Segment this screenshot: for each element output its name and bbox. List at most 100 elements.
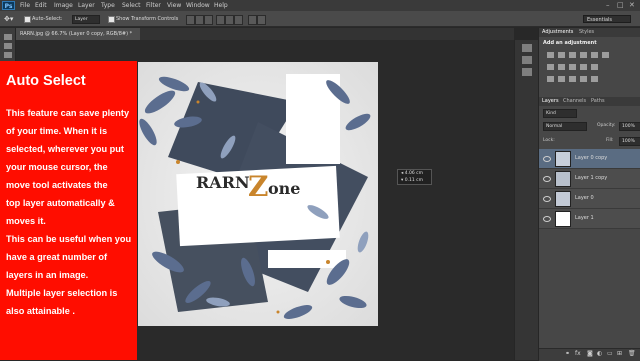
opacity-field[interactable]: 100% xyxy=(619,122,640,131)
menu-bar: Ps File Edit Image Layer Type Select Fil… xyxy=(0,0,640,11)
layer-row[interactable]: Layer 1 copy xyxy=(539,169,640,189)
adjustment-icon[interactable]: ◐ xyxy=(597,350,602,357)
blend-mode-dropdown[interactable]: Normal xyxy=(543,122,587,131)
menu-image[interactable]: Image xyxy=(54,0,73,11)
menu-window[interactable]: Window xyxy=(186,0,210,11)
brightness-icon[interactable] xyxy=(547,52,554,58)
levels-icon[interactable] xyxy=(558,52,565,58)
move-tool-icon[interactable]: ✥▾ xyxy=(4,11,13,27)
visibility-eye-icon[interactable] xyxy=(543,176,551,182)
lasso-tool-icon[interactable] xyxy=(4,52,12,58)
menu-file[interactable]: File xyxy=(20,0,30,11)
logo-text-z: Z xyxy=(248,170,268,203)
menu-edit[interactable]: Edit xyxy=(35,0,47,11)
add-adjustment-label: Add an adjustment xyxy=(543,40,597,46)
move-tool-icon[interactable] xyxy=(4,34,12,40)
color-balance-icon[interactable] xyxy=(547,64,554,70)
brush-preset-icon[interactable] xyxy=(522,68,532,76)
tab-styles[interactable]: Styles xyxy=(579,28,594,37)
distribute-button-2[interactable] xyxy=(257,15,266,25)
layer-row[interactable]: Layer 0 copy xyxy=(539,149,640,169)
layer-filter-kind[interactable]: Kind xyxy=(543,109,577,118)
layer-name: Layer 1 copy xyxy=(575,175,608,181)
menu-filter[interactable]: Filter xyxy=(146,0,161,11)
tab-paths[interactable]: Paths xyxy=(591,97,605,106)
black-white-icon[interactable] xyxy=(558,64,565,70)
layer-row[interactable]: Layer 0 xyxy=(539,189,640,209)
auto-select-target-dropdown[interactable]: Layer xyxy=(72,15,100,24)
gradient-map-icon[interactable] xyxy=(580,76,587,82)
layer-name: Layer 0 copy xyxy=(575,155,608,161)
menu-view[interactable]: View xyxy=(167,0,181,11)
fill-field[interactable]: 100% xyxy=(619,137,640,146)
align-top-button[interactable] xyxy=(186,15,195,25)
trash-icon[interactable]: 🗑 xyxy=(628,350,636,357)
threshold-icon[interactable] xyxy=(569,76,576,82)
options-bar: ✥▾ Auto-Select: Layer Show Transform Con… xyxy=(0,11,640,27)
overlay-line: also attainable . xyxy=(6,306,75,316)
opacity-label: Opacity: xyxy=(597,123,616,128)
mask-icon[interactable]: ◙ xyxy=(587,350,593,357)
menu-select[interactable]: Select xyxy=(122,0,141,11)
workspace-dropdown[interactable]: Essentials xyxy=(583,15,631,23)
document-tab-bar: RARN.jpg @ 66.7% (Layer 0 copy, RGB/8#) … xyxy=(16,28,514,40)
exposure-icon[interactable] xyxy=(580,52,587,58)
document-tab[interactable]: RARN.jpg @ 66.7% (Layer 0 copy, RGB/8#) … xyxy=(16,28,140,40)
marquee-tool-icon[interactable] xyxy=(4,43,12,49)
minimize-button[interactable]: – xyxy=(606,0,610,11)
selective-color-icon[interactable] xyxy=(591,76,598,82)
align-right-button[interactable] xyxy=(234,15,243,25)
hue-saturation-icon[interactable] xyxy=(602,52,609,58)
invert-icon[interactable] xyxy=(547,76,554,82)
align-left-button[interactable] xyxy=(216,15,225,25)
measure-dy: 0.11 cm xyxy=(404,178,424,183)
photoshop-logo: Ps xyxy=(2,1,15,10)
overlay-line: of your time. When it is xyxy=(6,126,108,136)
tab-channels[interactable]: Channels xyxy=(563,97,586,106)
visibility-eye-icon[interactable] xyxy=(543,216,551,222)
visibility-eye-icon[interactable] xyxy=(543,156,551,162)
menu-type[interactable]: Type xyxy=(101,0,115,11)
document-canvas[interactable]: RARN Z one xyxy=(138,62,378,326)
overlay-line: Multiple layer selection is xyxy=(6,288,118,298)
layer-row[interactable]: Layer 1 xyxy=(539,209,640,229)
overlay-line: move tool activates the xyxy=(6,180,108,190)
logo-text-rarn: RARN xyxy=(196,173,250,192)
auto-select-checkbox[interactable] xyxy=(24,16,31,23)
curves-icon[interactable] xyxy=(569,52,576,58)
vibrance-icon[interactable] xyxy=(591,52,598,58)
link-icon[interactable]: ⚭ xyxy=(565,350,570,357)
fx-icon[interactable]: fx xyxy=(575,350,581,357)
history-icon[interactable] xyxy=(522,44,532,52)
menu-layer[interactable]: Layer xyxy=(78,0,95,11)
overlay-line: This feature can save plenty xyxy=(6,108,130,118)
posterize-icon[interactable] xyxy=(558,76,565,82)
folder-icon[interactable]: ▭ xyxy=(607,350,613,357)
visibility-eye-icon[interactable] xyxy=(543,196,551,202)
properties-icon[interactable] xyxy=(522,56,532,64)
distribute-button[interactable] xyxy=(248,15,257,25)
channel-mixer-icon[interactable] xyxy=(580,64,587,70)
photo-filter-icon[interactable] xyxy=(569,64,576,70)
panel-mini-dock xyxy=(514,40,538,360)
align-center-button[interactable] xyxy=(225,15,234,25)
show-transform-checkbox[interactable] xyxy=(108,16,115,23)
align-bottom-button[interactable] xyxy=(204,15,213,25)
color-lookup-icon[interactable] xyxy=(591,64,598,70)
align-middle-button[interactable] xyxy=(195,15,204,25)
tab-layers[interactable]: Layers xyxy=(542,97,559,106)
show-transform-label: Show Transform Controls xyxy=(116,16,179,22)
new-layer-icon[interactable]: ⊞ xyxy=(617,350,622,357)
overlay-line: layers in an image. xyxy=(6,270,89,280)
layer-thumbnail xyxy=(555,191,571,207)
overlay-line: top layer automatically & xyxy=(6,198,115,208)
overlay-line: have a great number of xyxy=(6,252,108,262)
measure-dx: 4.06 cm xyxy=(404,171,424,176)
move-measure-tooltip: ◂ 4.06 cm ▾ 0.11 cm xyxy=(397,169,432,185)
tab-adjustments[interactable]: Adjustments xyxy=(542,28,573,37)
close-button[interactable]: ✕ xyxy=(629,0,635,11)
layer-thumbnail xyxy=(555,211,571,227)
maximize-button[interactable]: □ xyxy=(617,0,624,11)
overlay-line: This can be useful when you xyxy=(6,234,132,244)
menu-help[interactable]: Help xyxy=(214,0,228,11)
